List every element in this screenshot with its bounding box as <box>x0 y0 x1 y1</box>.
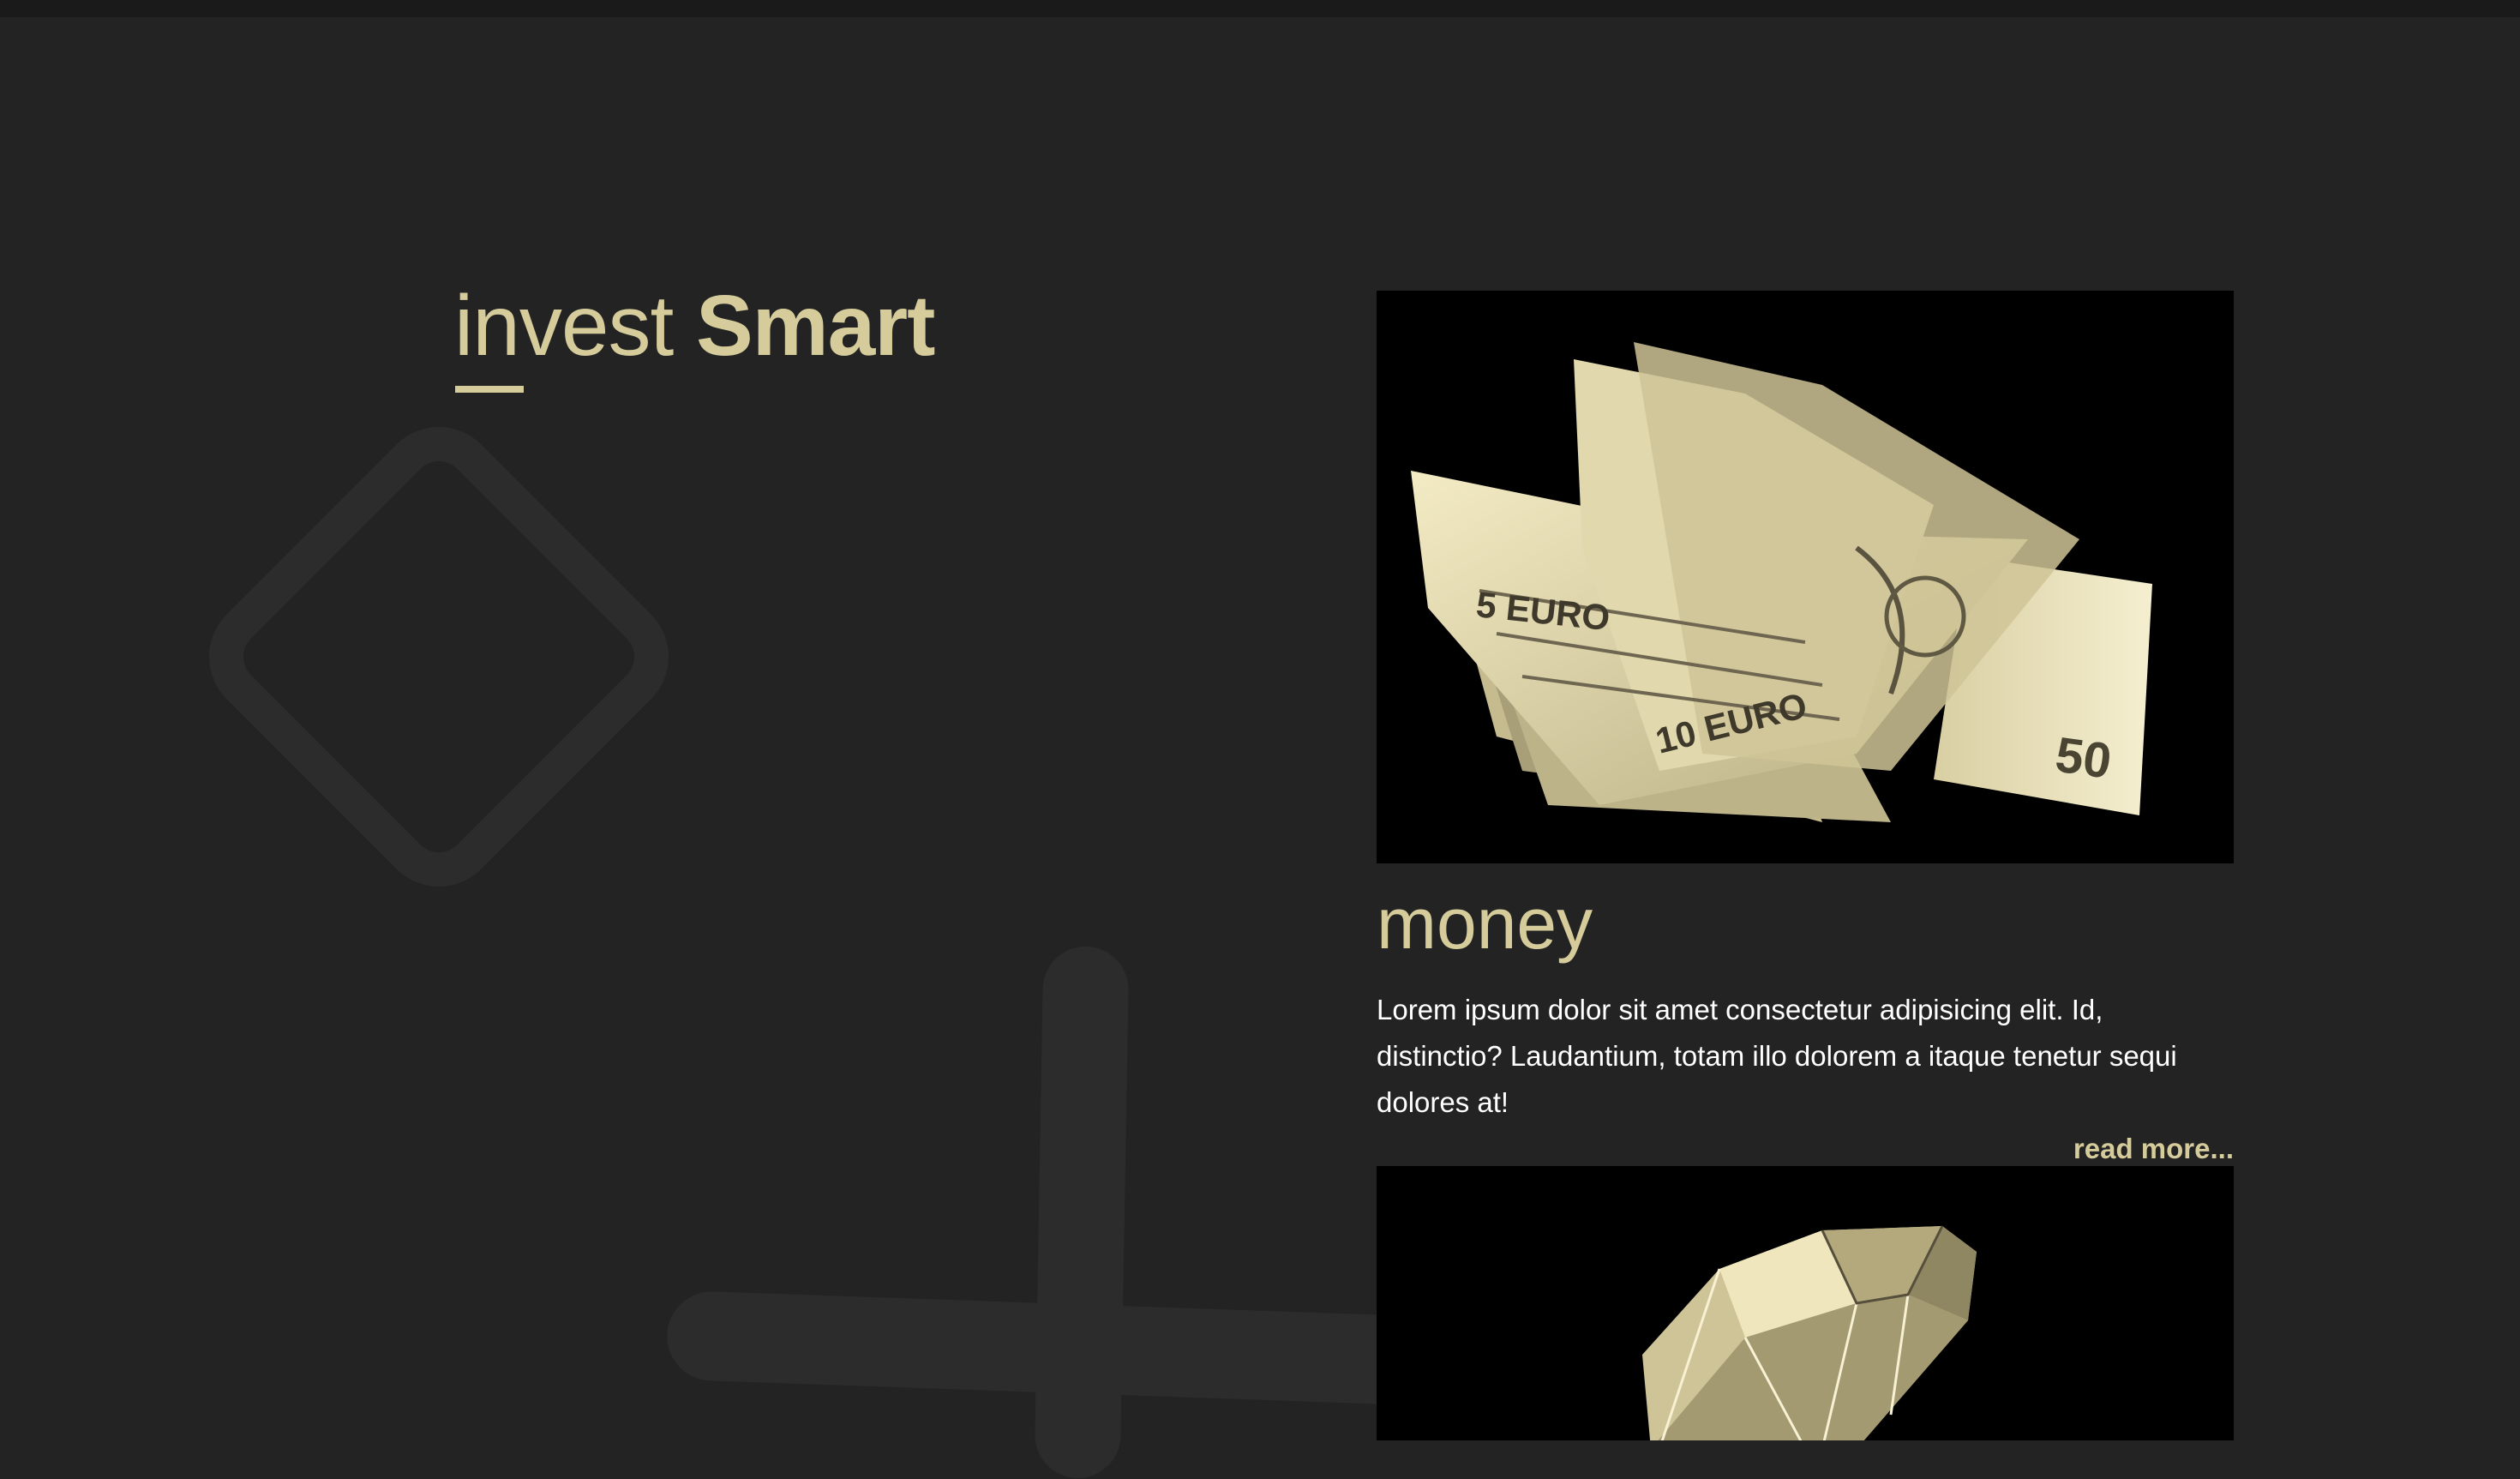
diamond-outline-decoration <box>184 402 693 911</box>
top-bar <box>0 0 2520 17</box>
euro-banknotes-image: 50 5 EURO 10 EURO <box>1377 291 2234 863</box>
svg-text:50: 50 <box>2052 727 2115 790</box>
diamond-image <box>1377 1166 2234 1440</box>
card-description: Lorem ipsum dolor sit amet consectetur a… <box>1377 994 2177 1118</box>
plus-decoration-vertical <box>1034 946 1130 1479</box>
card-title: money <box>1377 883 1593 964</box>
brand-underline <box>455 386 524 393</box>
brand-part-smart: Smart <box>696 278 935 374</box>
article-card-diamond <box>1377 1166 2234 1440</box>
article-card-money: 50 5 EURO 10 EURO money Lorem ipsum dolo… <box>1377 291 2234 1172</box>
read-more-link[interactable]: read more... <box>1377 1126 2234 1172</box>
brand-part-invest: invest <box>454 278 674 374</box>
brand-logo[interactable]: invest Smart <box>454 283 935 369</box>
